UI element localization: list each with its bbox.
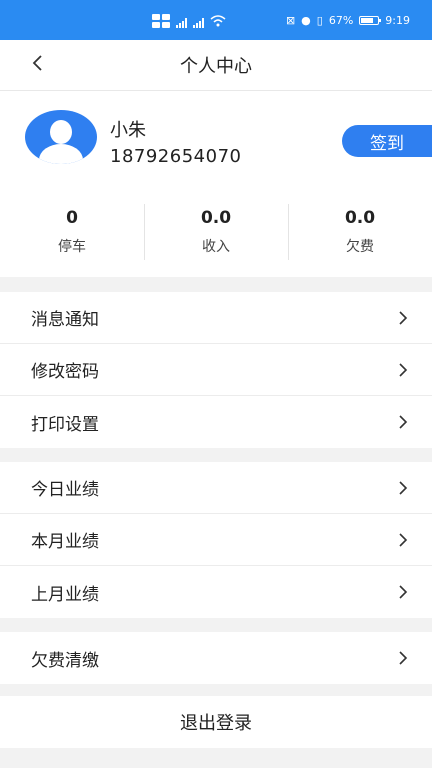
wifi-icon [210,15,226,30]
menu-item-label: 欠费清缴 [31,650,99,671]
menu-group-arrears: 欠费清缴 [0,632,432,684]
battery-icon [359,15,382,25]
chevron-right-icon [396,310,410,325]
nav-bar: 个人中心 [0,40,432,91]
checkin-button[interactable]: 签到 [342,125,432,157]
location-icon: ● [301,13,311,27]
status-bar: ⊠ ● ▯ 67% 9:19 [0,0,432,40]
menu-item-last-month-performance[interactable]: 上月业绩 [0,566,432,618]
page-title: 个人中心 [180,56,252,77]
menu-item-label: 打印设置 [31,414,99,435]
menu-item-notifications[interactable]: 消息通知 [0,292,432,344]
chevron-left-icon [30,54,44,76]
signal-icon [176,17,187,28]
stats-row: 0 停车 0.0 收入 0.0 欠费 [0,204,432,264]
stat-value: 0.0 [200,208,232,228]
menu-item-arrears-payment[interactable]: 欠费清缴 [0,632,432,684]
sim-card-icon [152,14,170,31]
chevron-right-icon [396,362,410,377]
chevron-right-icon [396,651,410,665]
menu-item-today-performance[interactable]: 今日业绩 [0,462,432,514]
chevron-right-icon [396,480,410,495]
menu-item-label: 今日业绩 [31,480,99,500]
user-avatar-icon[interactable] [25,110,97,164]
battery-percent: 67% [328,13,354,27]
stat-income[interactable]: 0.0 收入 [144,204,288,264]
user-phone: 18792654070 [110,146,242,167]
stat-parking[interactable]: 0 停车 [0,204,144,264]
menu-item-label: 修改密码 [31,362,99,382]
stat-label: 欠费 [346,239,374,255]
profile-card: 小朱 18792654070 签到 0 停车 0.0 收入 0.0 欠费 [0,91,432,277]
chevron-right-icon [396,532,410,547]
menu-group-settings: 消息通知 修改密码 打印设置 [0,292,432,448]
menu-item-month-performance[interactable]: 本月业绩 [0,514,432,566]
vibrate-icon: ▯ [316,13,323,27]
stat-label: 停车 [58,239,86,255]
stat-value: 0 [66,208,78,228]
chevron-right-icon [396,585,410,599]
mute-icon: ⊠ [285,13,296,27]
menu-group-performance: 今日业绩 本月业绩 上月业绩 [0,462,432,618]
stat-label: 收入 [202,239,230,255]
status-time: 9:19 [385,13,410,27]
stat-value: 0.0 [344,208,376,228]
chevron-right-icon [396,415,410,429]
menu-item-print-settings[interactable]: 打印设置 [0,396,432,448]
status-right: ⊠ ● ▯ 67% 9:19 [286,14,410,27]
logout-label: 退出登录 [180,713,252,734]
menu-item-change-password[interactable]: 修改密码 [0,344,432,396]
back-button[interactable] [24,52,50,78]
menu-item-label: 本月业绩 [31,532,99,552]
user-name: 小朱 [110,120,146,141]
menu-item-label: 上月业绩 [31,584,99,605]
stat-arrears[interactable]: 0.0 欠费 [288,204,432,264]
network-indicators [152,14,226,31]
menu-item-label: 消息通知 [31,310,99,330]
signal-icon [193,17,204,28]
logout-button[interactable]: 退出登录 [0,696,432,748]
